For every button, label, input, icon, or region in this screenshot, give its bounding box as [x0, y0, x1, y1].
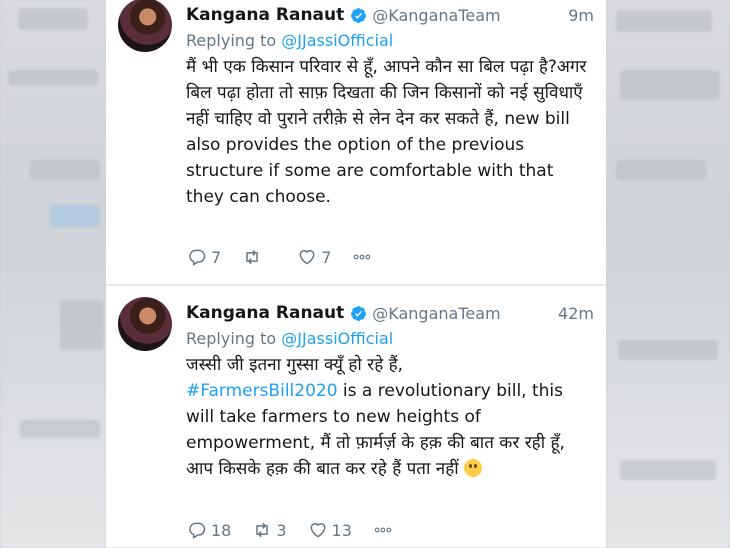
- like-count: 13: [331, 520, 352, 540]
- hashtag-link[interactable]: #FarmersBill2020: [186, 381, 338, 401]
- replying-to: Replying to @JJassiOfficial: [186, 31, 594, 51]
- ellipsis-icon: [374, 527, 392, 533]
- background-blur-block: [18, 8, 88, 30]
- tweet-actions: 7 7: [186, 247, 396, 267]
- retweet-icon: [246, 249, 258, 265]
- background-blur-block: [60, 300, 104, 350]
- heart-icon: [299, 250, 315, 265]
- background-blur-block: [616, 10, 712, 32]
- retweet-icon: [256, 522, 269, 538]
- like-button[interactable]: 7: [296, 247, 331, 267]
- more-button[interactable]: [372, 520, 397, 540]
- background-blur-block: [620, 460, 716, 480]
- like-button[interactable]: 13: [307, 520, 352, 540]
- mention-link[interactable]: @JJassiOfficial: [281, 329, 393, 348]
- reply-button[interactable]: 7: [186, 247, 221, 267]
- reply-button[interactable]: 18: [186, 520, 231, 540]
- replying-to-label: Replying to: [186, 31, 277, 50]
- tweet-card[interactable]: Kangana Ranaut @KanganaTeam 42m Replying…: [106, 285, 606, 548]
- avatar[interactable]: [118, 0, 172, 52]
- reply-icon: [189, 249, 206, 266]
- author-name[interactable]: Kangana Ranaut: [186, 5, 344, 25]
- tweet-timestamp[interactable]: 42m: [558, 304, 594, 323]
- tweet-timestamp[interactable]: 9m: [568, 6, 594, 25]
- background-blur-block: [620, 70, 720, 100]
- tweet-header: Kangana Ranaut @KanganaTeam 42m: [186, 302, 594, 324]
- tweet-header: Kangana Ranaut @KanganaTeam 9m: [186, 4, 594, 26]
- tweet-text: जस्सी जी इतना गुस्सा क्यूँ हो रहे हैं, #F…: [186, 352, 596, 482]
- background-blur-block: [616, 160, 706, 180]
- author-handle[interactable]: @KanganaTeam: [372, 6, 500, 25]
- verified-badge-icon: [351, 305, 367, 321]
- tweet-content: Kangana Ranaut @KanganaTeam 42m Replying…: [186, 302, 594, 482]
- author-handle[interactable]: @KanganaTeam: [372, 304, 500, 323]
- reply-count: 18: [211, 520, 232, 540]
- avatar[interactable]: [118, 297, 172, 351]
- author-name[interactable]: Kangana Ranaut: [186, 303, 344, 323]
- mention-link[interactable]: @JJassiOfficial: [281, 31, 393, 50]
- background-blur-block: [50, 205, 100, 227]
- more-button[interactable]: [351, 247, 376, 267]
- tweet-content: Kangana Ranaut @KanganaTeam 9m Replying …: [186, 4, 594, 210]
- replying-to: Replying to @JJassiOfficial: [186, 329, 594, 349]
- reply-icon: [189, 522, 206, 539]
- blurred-background-left: [0, 0, 106, 548]
- replying-to-label: Replying to: [186, 329, 277, 348]
- heart-icon: [310, 523, 325, 538]
- tweet-text-line: जस्सी जी इतना गुस्सा क्यूँ हो रहे हैं,: [186, 355, 404, 375]
- retweet-button[interactable]: [241, 247, 276, 267]
- tweet-text: मैं भी एक किसान परिवार से हूँ, आपने कौन …: [186, 57, 587, 207]
- like-count: 7: [321, 247, 332, 267]
- background-blur-block: [30, 160, 100, 180]
- verified-badge-icon: [351, 7, 367, 23]
- blurred-background-right: [606, 0, 730, 548]
- tweet-actions: 18 3 13: [186, 520, 417, 540]
- reply-count: 7: [211, 247, 222, 267]
- background-blur-block: [618, 340, 718, 360]
- background-blur-block: [8, 70, 98, 86]
- background-blur-block: [20, 420, 100, 438]
- retweet-button[interactable]: 3: [251, 520, 287, 540]
- retweet-count: 3: [276, 520, 287, 540]
- smiley-emoji-icon: [464, 459, 483, 477]
- tweet-card[interactable]: Kangana Ranaut @KanganaTeam 9m Replying …: [106, 0, 606, 285]
- ellipsis-icon: [354, 254, 371, 260]
